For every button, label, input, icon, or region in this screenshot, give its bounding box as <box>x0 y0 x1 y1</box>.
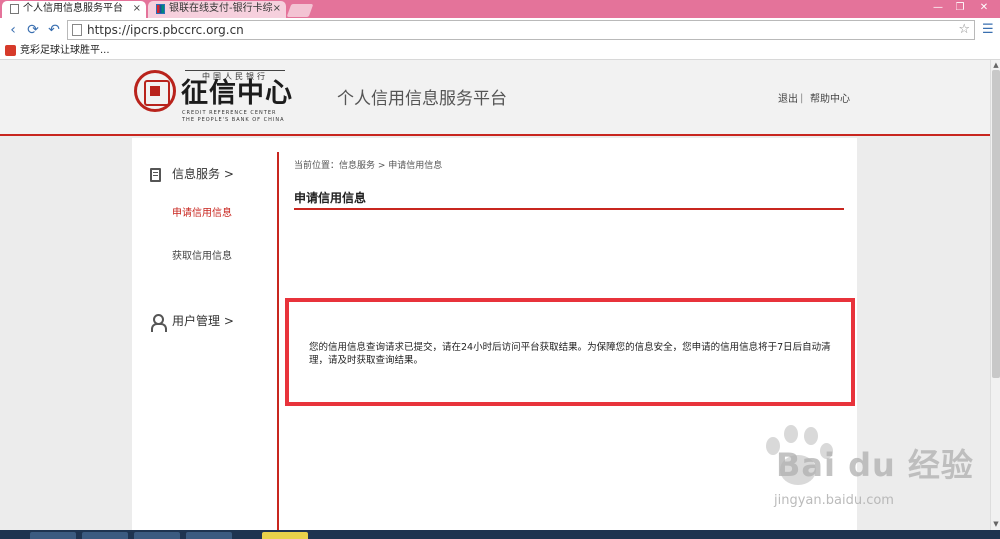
close-window-icon[interactable]: ✕ <box>974 1 994 15</box>
minimize-icon[interactable]: — <box>928 1 948 15</box>
reload-icon[interactable]: ⟳ <box>24 21 42 39</box>
url-text: https://ipcrs.pbccrc.org.cn <box>87 23 244 37</box>
sidebar-group-info-service[interactable]: 信息服务 > <box>172 166 234 182</box>
section-title-underline <box>294 208 844 210</box>
platform-title: 个人信用信息服务平台 <box>337 89 507 109</box>
page-icon <box>10 4 19 14</box>
taskbar-item[interactable] <box>30 532 76 539</box>
sidebar-item-apply-credit-info[interactable]: 申请信用信息 <box>172 207 232 221</box>
undo-icon[interactable]: ↶ <box>45 21 63 39</box>
tab-unionpay[interactable]: 银联在线支付-银行卡综合 × <box>148 1 286 18</box>
tab-credit-platform[interactable]: 个人信用信息服务平台 × <box>2 1 146 18</box>
site-header: 中国人民银行 征信中心 CREDIT REFERENCE CENTER THE … <box>0 60 990 136</box>
bookmarks-bar: 竞彩足球让球胜平... <box>0 42 1000 60</box>
scroll-thumb[interactable] <box>992 70 1000 378</box>
bookmark-item[interactable]: 竞彩足球让球胜平... <box>20 44 110 58</box>
star-icon[interactable]: ☆ <box>958 21 970 39</box>
page-viewport: 中国人民银行 征信中心 CREDIT REFERENCE CENTER THE … <box>0 60 990 530</box>
submission-message: 您的信用信息查询请求已提交，请在24小时后访问平台获取结果。为保障您的信息安全，… <box>309 342 831 366</box>
page-scrollbar[interactable]: ▲ ▼ <box>990 60 1000 530</box>
highlight-box: 您的信用信息查询请求已提交，请在24小时后访问平台获取结果。为保障您的信息安全，… <box>285 298 855 406</box>
menu-icon[interactable]: ☰ <box>982 22 994 37</box>
sidebar-group-user-management[interactable]: 用户管理 > <box>172 313 234 329</box>
maximize-icon[interactable]: ❐ <box>950 1 970 15</box>
scroll-up-icon[interactable]: ▲ <box>991 60 1000 70</box>
content-panel: 信息服务 > 申请信用信息 获取信用信息 用户管理 > 当前位置：信息服务 > … <box>132 138 857 530</box>
taskbar-item[interactable] <box>262 532 308 539</box>
sidebar-item-get-credit-info[interactable]: 获取信用信息 <box>172 250 232 264</box>
unionpay-icon <box>156 4 165 14</box>
header-separator: | <box>800 93 804 104</box>
taskbar-item[interactable] <box>82 532 128 539</box>
scroll-down-icon[interactable]: ▼ <box>991 519 1000 529</box>
breadcrumb: 当前位置：信息服务 > 申请信用信息 <box>294 161 443 171</box>
section-title: 申请信用信息 <box>294 191 367 205</box>
back-arrow-icon[interactable]: ‹ <box>4 21 22 39</box>
logo-english-line1: CREDIT REFERENCE CENTER <box>182 110 277 116</box>
taskbar-item[interactable] <box>186 532 232 539</box>
logo-english-line2: THE PEOPLE'S BANK OF CHINA <box>182 117 285 123</box>
seal-icon <box>134 70 176 112</box>
sidebar-divider <box>277 152 279 530</box>
os-taskbar <box>0 530 1000 539</box>
browser-toolbar: ‹ ⟳ ↶ https://ipcrs.pbccrc.org.cn ☆ <box>0 18 1000 42</box>
logo-title: 征信中心 <box>181 78 293 109</box>
tab-close-icon[interactable]: × <box>273 1 281 17</box>
user-icon <box>151 314 167 332</box>
document-icon <box>150 168 161 182</box>
new-tab-button[interactable] <box>286 4 314 17</box>
page-icon <box>72 24 82 36</box>
header-divider <box>0 134 990 136</box>
logout-link[interactable]: 退出 <box>778 94 798 106</box>
address-bar[interactable]: https://ipcrs.pbccrc.org.cn ☆ <box>67 20 975 40</box>
tab-close-icon[interactable]: × <box>133 1 141 17</box>
lottery-icon <box>5 45 16 56</box>
taskbar-item[interactable] <box>134 532 180 539</box>
browser-titlebar: 个人信用信息服务平台 × 银联在线支付-银行卡综合 × — ❐ ✕ <box>0 0 1000 18</box>
help-center-link[interactable]: 帮助中心 <box>810 94 850 106</box>
